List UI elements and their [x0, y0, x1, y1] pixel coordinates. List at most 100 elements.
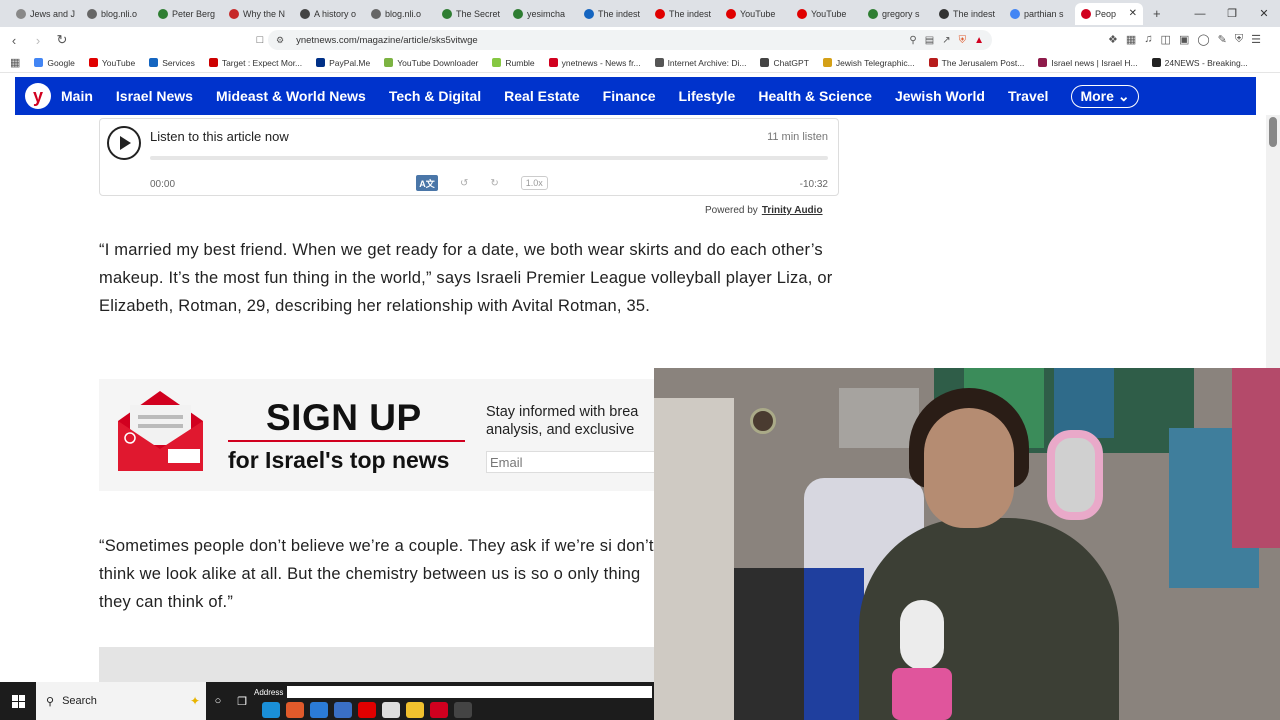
browser-tab[interactable]: The indest: [933, 3, 1004, 25]
nav-item[interactable]: Jewish World: [895, 88, 985, 104]
bookmark-item[interactable]: Jewish Telegraphic...: [822, 58, 915, 68]
progress-bar[interactable]: [150, 156, 828, 160]
nav-item[interactable]: Travel: [1008, 88, 1048, 104]
pen-icon[interactable]: ✎: [1218, 33, 1227, 46]
sidebar-icon[interactable]: ◫: [1161, 33, 1171, 46]
bookmark-item[interactable]: YouTube: [88, 58, 135, 68]
translate-icon[interactable]: A文: [416, 175, 438, 191]
opera-icon[interactable]: [430, 702, 448, 718]
bookmark-item[interactable]: ChatGPT: [760, 58, 809, 68]
more-menu-button[interactable]: More ⌄: [1071, 84, 1139, 108]
browser-tab[interactable]: blog.nli.o: [81, 3, 152, 25]
signup-banner[interactable]: SIGN UP for Israel's top news Stay infor…: [99, 379, 655, 491]
cortana-icon[interactable]: ○: [206, 695, 230, 707]
edge-icon[interactable]: [262, 702, 280, 718]
nav-item[interactable]: Tech & Digital: [389, 88, 481, 104]
vpn-icon[interactable]: ◯: [1197, 33, 1209, 46]
vscode-icon[interactable]: [310, 702, 328, 718]
bookmark-item[interactable]: 24NEWS - Breaking...: [1151, 58, 1248, 68]
scrollbar-thumb[interactable]: [1269, 117, 1277, 147]
menu-icon[interactable]: ☰: [1251, 33, 1261, 46]
bookmark-icon[interactable]: □: [250, 34, 270, 46]
zoom-icon[interactable]: ⚲: [909, 35, 916, 46]
notes-icon[interactable]: [382, 702, 400, 718]
play-button[interactable]: [107, 126, 141, 160]
browser-tab[interactable]: blog.nli.o: [365, 3, 436, 25]
tab-favicon-icon: [229, 8, 239, 19]
browser-tab[interactable]: gregory s: [862, 3, 933, 25]
bookmark-item[interactable]: Israel news | Israel H...: [1038, 58, 1138, 68]
browser-tab[interactable]: Jews and J: [10, 3, 81, 25]
playback-rate[interactable]: 1.0x: [520, 176, 548, 190]
start-button[interactable]: [0, 682, 36, 720]
browser-tab[interactable]: Why the N: [223, 3, 294, 25]
browser-tab[interactable]: YouTube: [791, 3, 862, 25]
browser-tab[interactable]: The indest: [649, 3, 720, 25]
bookmark-item[interactable]: YouTube Downloader: [384, 58, 478, 68]
nav-item[interactable]: Lifestyle: [679, 88, 736, 104]
email-field[interactable]: Email: [486, 451, 655, 473]
rewind-icon[interactable]: ↺: [460, 178, 468, 189]
browser-tab[interactable]: yesimcha: [507, 3, 578, 25]
youtube-icon[interactable]: [358, 702, 376, 718]
browser-tab[interactable]: Peter Berg: [152, 3, 223, 25]
nav-item[interactable]: Health & Science: [758, 88, 872, 104]
bookmark-item[interactable]: ynetnews - News fr...: [548, 58, 641, 68]
minimize-icon[interactable]: —: [1184, 8, 1216, 20]
nav-item[interactable]: Main: [61, 88, 93, 104]
reader-icon[interactable]: ▤: [925, 35, 934, 46]
bookmark-label: Rumble: [505, 57, 535, 68]
brave-shield-icon[interactable]: ⛨: [959, 35, 967, 46]
address-bar[interactable]: ⚙ ynetnews.com/magazine/article/sks5vitw…: [268, 30, 992, 50]
brave-icon[interactable]: [286, 702, 304, 718]
new-tab-button[interactable]: +: [1153, 6, 1161, 21]
nav-item[interactable]: Mideast & World News: [216, 88, 366, 104]
cam-shelf: [839, 388, 919, 448]
nav-item[interactable]: Real Estate: [504, 88, 579, 104]
bookmark-item[interactable]: PayPal.Me: [316, 58, 370, 68]
rewards-icon[interactable]: ▲: [974, 35, 984, 46]
task-view-icon[interactable]: ❐: [230, 695, 254, 708]
nav-item[interactable]: Finance: [603, 88, 656, 104]
share-icon[interactable]: ↗: [942, 35, 950, 46]
nav-item[interactable]: Israel News: [116, 88, 193, 104]
media-icon[interactable]: ♫: [1144, 33, 1152, 46]
forward-skip-icon[interactable]: ↻: [490, 178, 498, 189]
trinity-audio-link[interactable]: Trinity Audio: [762, 205, 823, 216]
tab-favicon-icon: [584, 8, 594, 19]
bookmark-item[interactable]: Rumble: [492, 57, 535, 68]
reload-icon[interactable]: ↻: [52, 32, 72, 48]
app-icon[interactable]: [334, 702, 352, 718]
search-icon: ⚲: [46, 695, 55, 708]
browser-tab[interactable]: The indest: [578, 3, 649, 25]
maximize-icon[interactable]: ❐: [1216, 7, 1248, 20]
bookmark-item[interactable]: Google: [34, 58, 75, 68]
bookmark-item[interactable]: The Jerusalem Post...: [928, 58, 1024, 68]
shield-icon[interactable]: ⛨: [1235, 33, 1243, 46]
browser-tab[interactable]: The Secret: [436, 3, 507, 25]
forward-icon[interactable]: ›: [28, 33, 48, 48]
browser-tab[interactable]: YouTube: [720, 3, 791, 25]
apps-icon[interactable]: ▦: [10, 56, 20, 69]
close-window-icon[interactable]: ✕: [1248, 7, 1280, 20]
chatgpt-icon[interactable]: [454, 702, 472, 718]
browser-tab[interactable]: parthian s: [1004, 3, 1075, 25]
browser-tab[interactable]: Peop ✕: [1075, 2, 1143, 25]
bookmark-item[interactable]: Services: [149, 58, 195, 68]
bookmark-favicon-icon: [548, 58, 558, 67]
address-input[interactable]: [287, 686, 653, 698]
tab-favicon-icon: [87, 8, 97, 19]
site-info-icon[interactable]: ⚙: [276, 35, 284, 46]
bookmark-item[interactable]: Internet Archive: Di...: [654, 58, 746, 68]
back-icon[interactable]: ‹: [4, 33, 24, 48]
browser-tab[interactable]: A history o: [294, 3, 365, 25]
folder-icon[interactable]: [406, 702, 424, 718]
close-tab-icon[interactable]: ✕: [1129, 8, 1137, 19]
tab-search-icon[interactable]: ▦: [1126, 33, 1136, 46]
bookmark-item[interactable]: Target : Expect Mor...: [208, 58, 302, 68]
extensions-icon[interactable]: ❖: [1108, 33, 1118, 46]
wallet-icon[interactable]: ▣: [1179, 33, 1189, 46]
ad-placeholder: [99, 647, 655, 687]
ynet-logo[interactable]: y: [25, 83, 51, 109]
taskbar-search[interactable]: ⚲ Search ✦: [36, 682, 206, 720]
